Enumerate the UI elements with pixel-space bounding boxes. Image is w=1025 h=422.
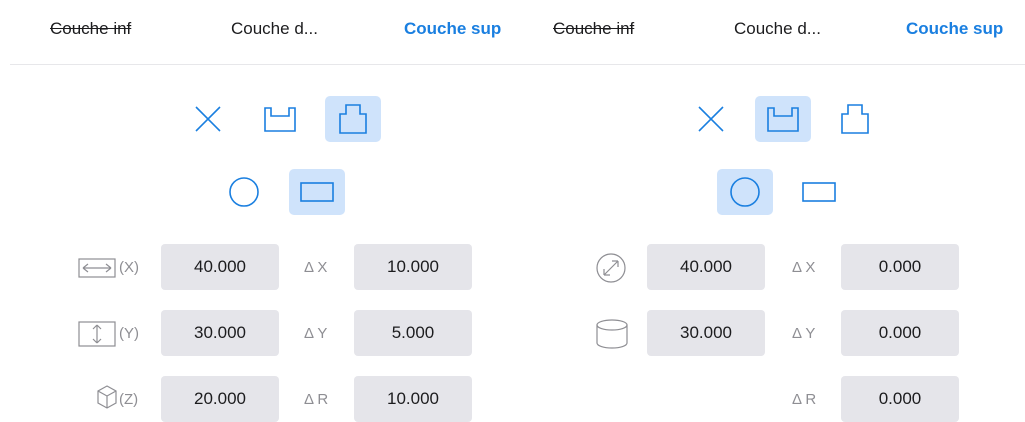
right-mode-pocket-up-button[interactable] [827,96,883,142]
left-delta-x-label: Δ X [304,259,328,276]
left-shape-circle-button[interactable] [216,169,272,215]
left-delta-r-label: Δ R [304,391,329,408]
pocket-down-icon [264,107,296,132]
pocket-up-icon [841,104,869,134]
tab-left-couche-d[interactable]: Couche d... [231,18,318,40]
left-axis-y-text: (Y) [119,325,139,342]
left-delta-y-field[interactable]: 5.000 [354,310,472,356]
right-delta-x-label: Δ X [792,259,816,276]
left-mode-none-button[interactable] [180,96,236,142]
rectangle-icon [300,182,334,202]
tab-right-couche-inf[interactable]: Couche inf [553,18,634,40]
right-mode-pocket-down-button[interactable] [755,96,811,142]
left-x-value-field[interactable]: 40.000 [161,244,279,290]
left-delta-y-label: Δ Y [304,325,328,342]
left-mode-pocket-up-button[interactable] [325,96,381,142]
right-delta-r-label: Δ R [792,391,817,408]
rectangle-icon [802,182,836,202]
left-axis-z-text: (Z) [119,391,139,408]
left-y-value-field[interactable]: 30.000 [161,310,279,356]
layer-tab-bar: Couche inf Couche d... Couche sup Couche… [0,0,1025,64]
tab-left-couche-sup[interactable]: Couche sup [404,18,501,40]
right-row-diameter-label [595,252,627,284]
close-icon [195,106,221,132]
right-delta-y-label: Δ Y [792,325,816,342]
left-z-value-field[interactable]: 20.000 [161,376,279,422]
right-shape-circle-button[interactable] [717,169,773,215]
height-icon [78,321,116,347]
circle-icon [730,177,760,207]
circle-icon [229,177,259,207]
left-mode-pocket-down-button[interactable] [252,96,308,142]
diameter-icon [596,253,626,283]
tab-left-couche-inf[interactable]: Couche inf [50,18,131,40]
left-row-y-label [78,321,116,347]
left-delta-r-field[interactable]: 10.000 [354,376,472,422]
depth-cube-icon [97,385,117,409]
pocket-up-icon [339,104,367,134]
right-diameter-value-field[interactable]: 40.000 [647,244,765,290]
right-height-value-field[interactable]: 30.000 [647,310,765,356]
left-row-x-label [78,257,116,279]
right-mode-none-button[interactable] [683,96,739,142]
pocket-down-icon [767,107,799,132]
left-row-z-label [96,384,118,410]
right-delta-y-field[interactable]: 0.000 [841,310,959,356]
close-icon [698,106,724,132]
right-delta-r-field[interactable]: 0.000 [841,376,959,422]
left-delta-x-field[interactable]: 10.000 [354,244,472,290]
tab-divider [10,64,1025,65]
tab-right-couche-sup[interactable]: Couche sup [906,18,1003,40]
right-row-height-label [595,318,629,350]
left-shape-rectangle-button[interactable] [289,169,345,215]
tab-right-couche-d[interactable]: Couche d... [734,18,821,40]
cylinder-icon [596,319,628,349]
right-shape-rectangle-button[interactable] [791,169,847,215]
right-delta-x-field[interactable]: 0.000 [841,244,959,290]
width-icon [78,258,116,278]
left-axis-x-text: (X) [119,259,139,276]
